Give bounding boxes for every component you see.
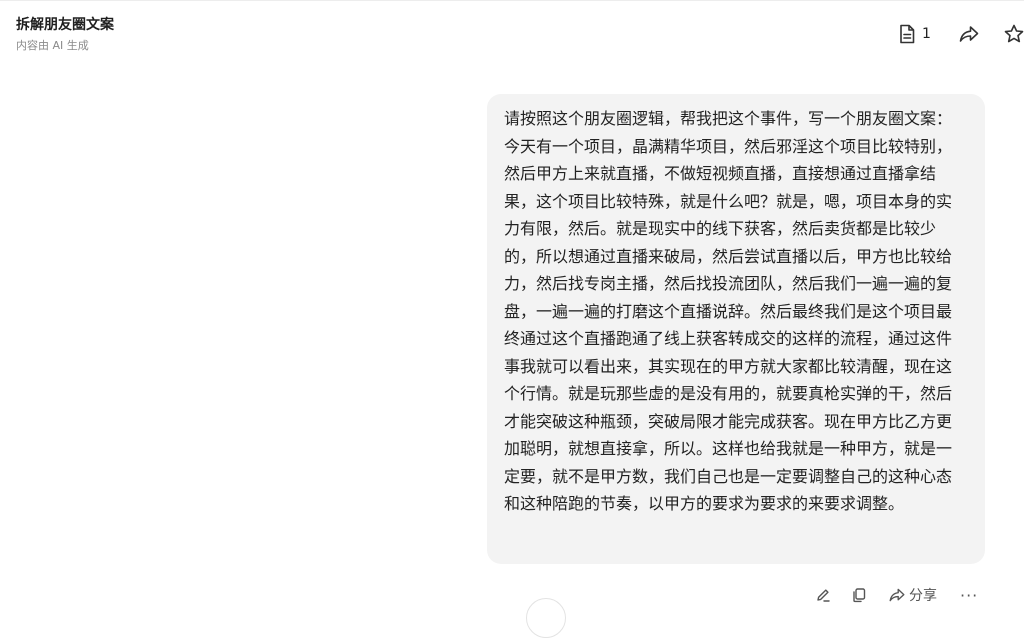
copy-button[interactable]: [848, 584, 870, 606]
share-button[interactable]: [957, 22, 981, 46]
star-icon: [1003, 23, 1024, 45]
documents-button[interactable]: 1: [898, 22, 931, 46]
favorite-button[interactable]: [1002, 22, 1024, 46]
scroll-to-bottom-button[interactable]: [526, 598, 566, 638]
page-title: 拆解朋友圈文案: [16, 17, 114, 33]
more-icon: ···: [960, 585, 979, 605]
user-message-bubble: 请按照这个朋友圈逻辑，帮我把这个事件，写一个朋友圈文案：今天有一个项目，晶满精华…: [487, 94, 985, 564]
share-label: 分享: [909, 588, 937, 604]
share-icon: [888, 587, 906, 603]
copy-icon: [851, 587, 867, 603]
document-count: 1: [922, 26, 931, 42]
document-icon: [898, 24, 916, 44]
more-button[interactable]: ···: [960, 584, 978, 606]
edit-button[interactable]: [812, 584, 834, 606]
share-message-button[interactable]: 分享: [888, 584, 937, 606]
ai-generated-note: 内容由 AI 生成: [16, 39, 89, 52]
edit-icon: [815, 587, 831, 603]
share-icon: [958, 24, 980, 44]
conversation-header: 拆解朋友圈文案 内容由 AI 生成 1: [0, 0, 1024, 64]
user-message-text: 请按照这个朋友圈逻辑，帮我把这个事件，写一个朋友圈文案：今天有一个项目，晶满精华…: [504, 109, 953, 513]
